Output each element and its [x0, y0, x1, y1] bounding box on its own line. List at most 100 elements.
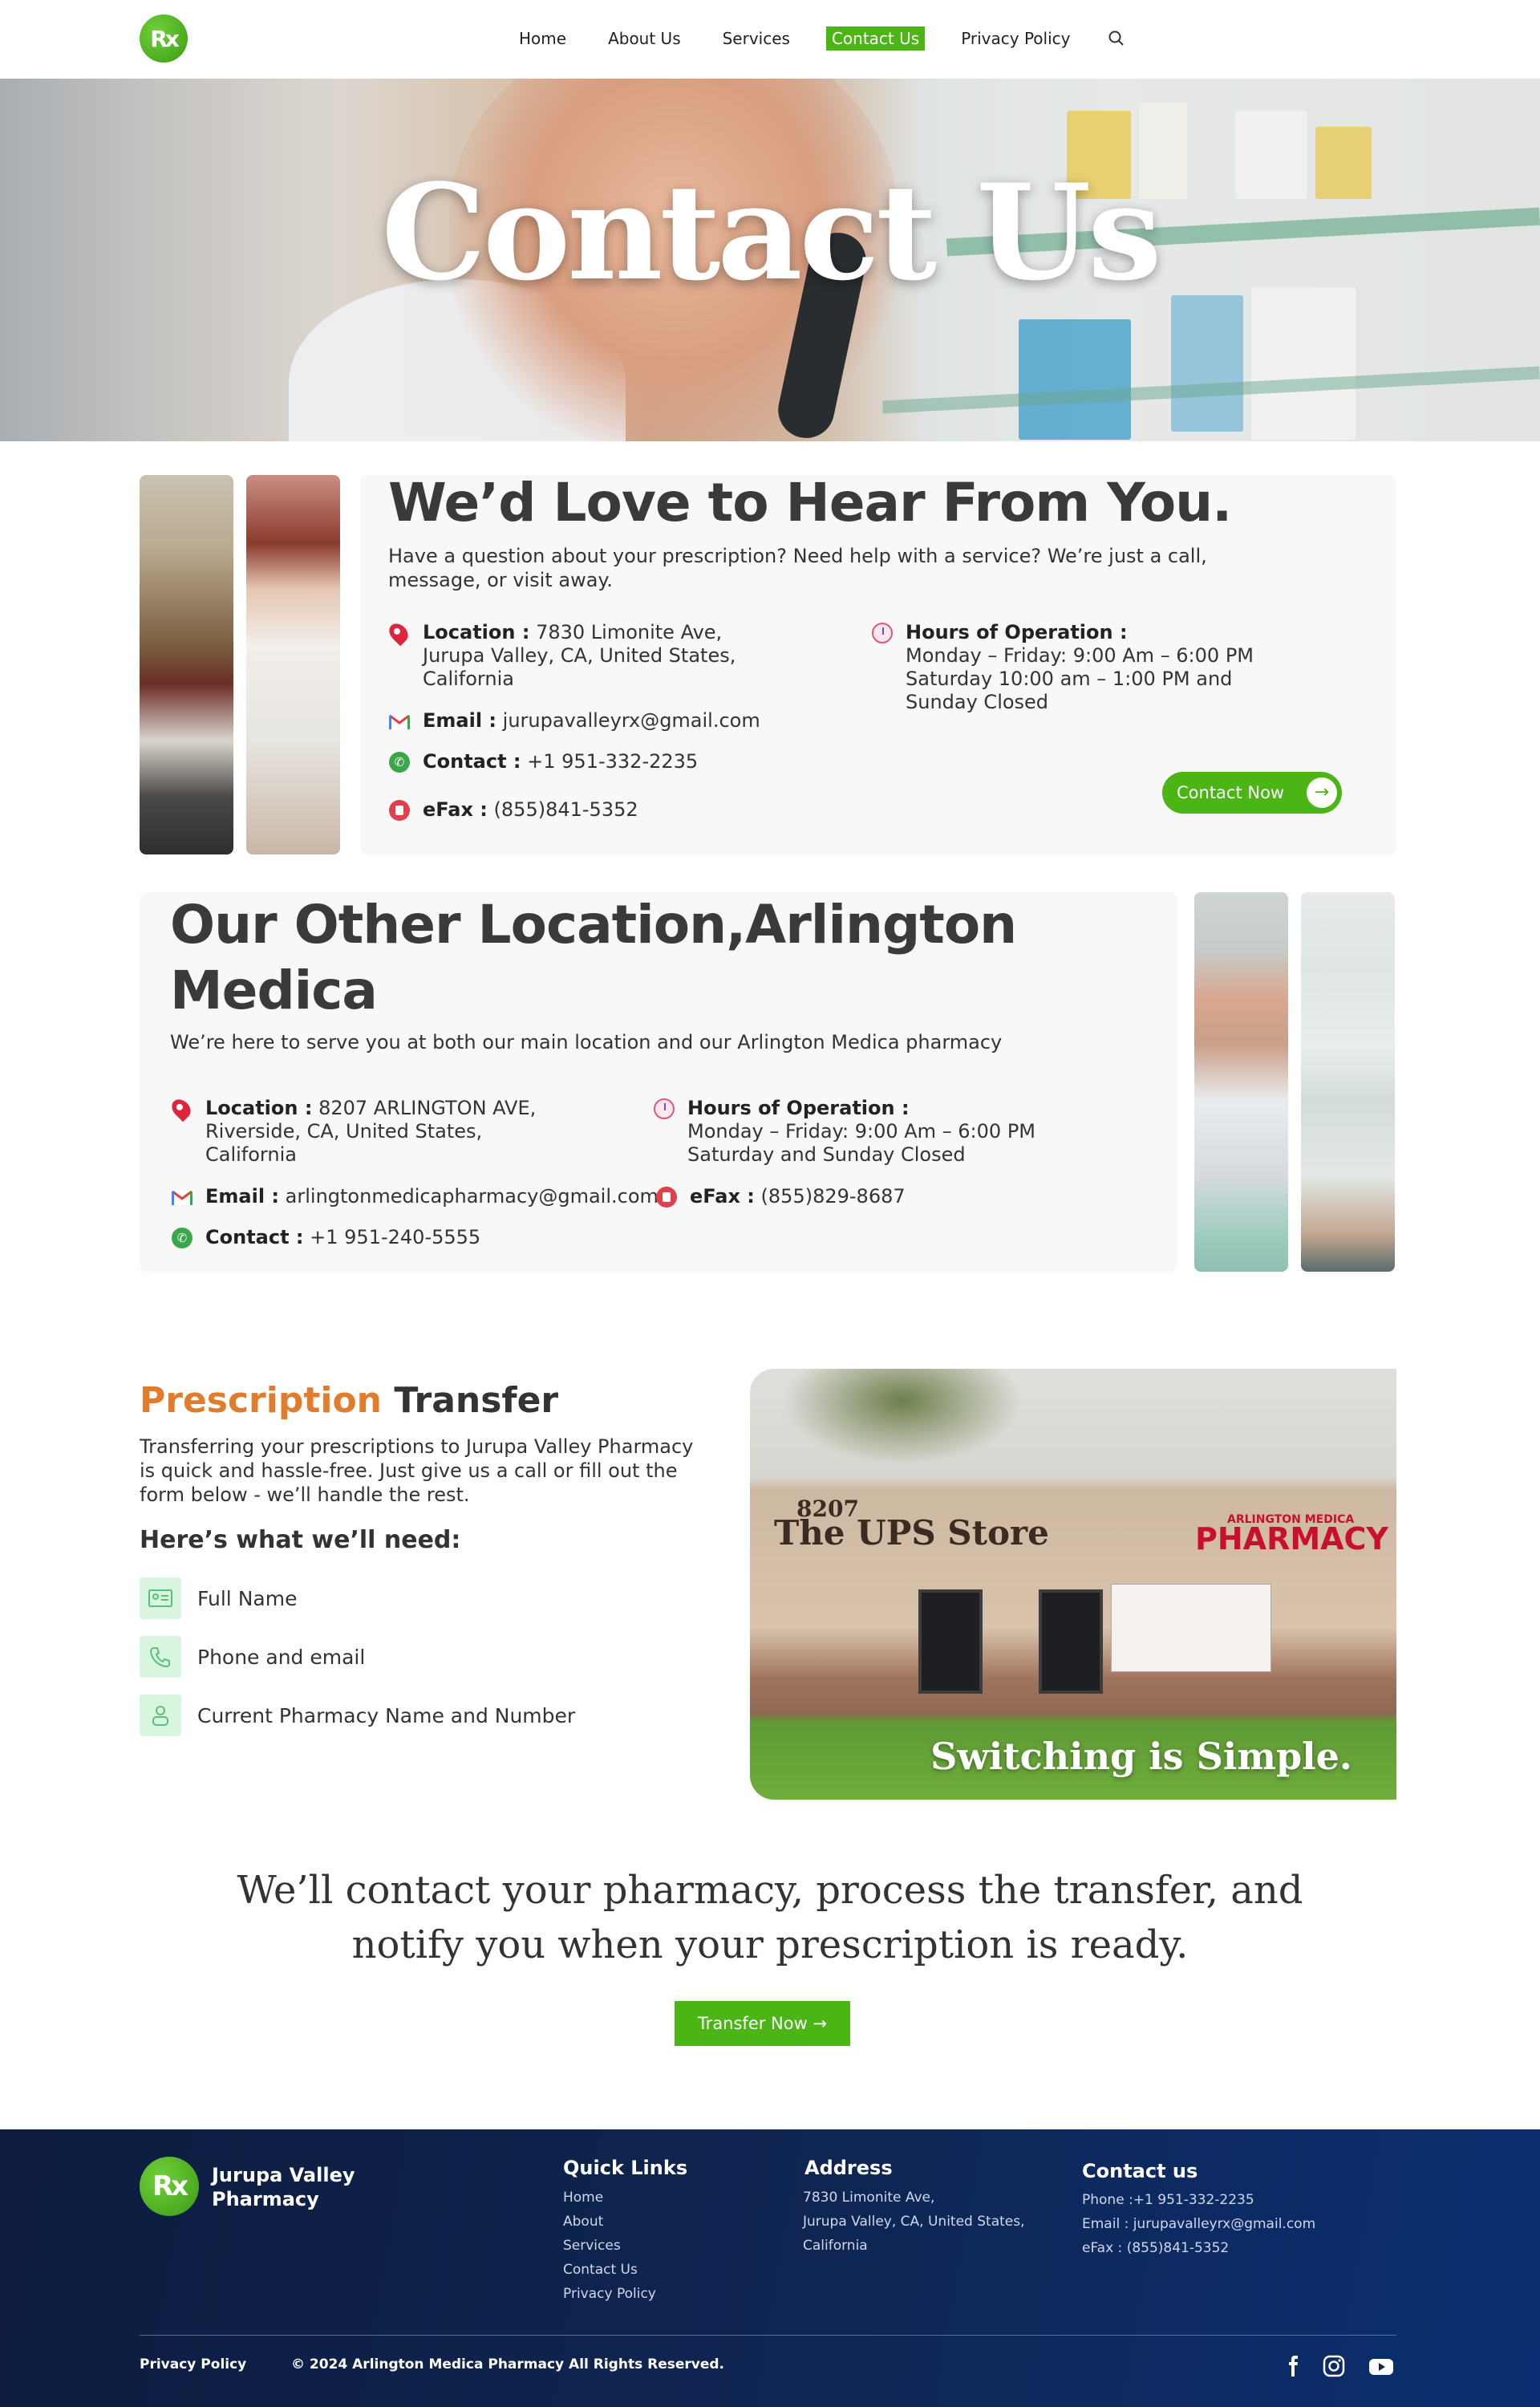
- main-location-email: Email : jurupavalleyrx@gmail.com: [389, 709, 760, 733]
- main-location-contact: ✆ Contact : +1 951-332-2235: [389, 750, 698, 773]
- other-location-heading: Our Other Location,Arlington Medica: [170, 892, 1017, 1024]
- footer-phone[interactable]: Phone :+1 951-332-2235: [1082, 2192, 1254, 2208]
- facebook-icon[interactable]: [1282, 2354, 1306, 2378]
- pharmacy-photo: [140, 475, 233, 854]
- address-line: Jurupa Valley, CA, United States,: [803, 2214, 1025, 2230]
- requirement-item: Current Pharmacy Name and Number: [140, 1695, 575, 1736]
- location-line1: 7830 Limonite Ave,: [536, 621, 723, 643]
- hero-banner: Contact Us: [0, 79, 1540, 441]
- location-line3: California: [423, 668, 514, 690]
- site-header: Rx Home About Us Services Contact Us Pri…: [0, 0, 1540, 79]
- efax-number: (855)829-8687: [760, 1185, 906, 1208]
- other-location-email: Email : arlingtonmedicapharmacy@gmail.co…: [172, 1185, 659, 1208]
- shelf-product: [1251, 287, 1356, 440]
- email-link[interactable]: arlingtonmedicapharmacy@gmail.com: [286, 1185, 659, 1208]
- footer-link-home[interactable]: Home: [563, 2190, 603, 2206]
- efax-number: (855)841-5352: [493, 798, 638, 821]
- main-location-efax: eFax : (855)841-5352: [389, 798, 638, 822]
- location-line1: 8207 ARLINGTON AVE,: [318, 1097, 537, 1119]
- hours-line1: Monday – Friday: 9:00 Am – 6:00 PM: [687, 1120, 1035, 1143]
- logo-text: Rx: [150, 25, 180, 52]
- requirement-label: Full Name: [197, 1586, 298, 1610]
- brand-line1: Jurupa Valley: [212, 2164, 355, 2186]
- hours-label: Hours of Operation :: [906, 621, 1128, 643]
- palm-tree: [782, 1369, 1023, 1465]
- address-title: Address: [804, 2157, 893, 2179]
- footer-divider: [140, 2335, 1396, 2336]
- phone-outline-icon: [140, 1636, 181, 1678]
- address-line: California: [803, 2238, 868, 2254]
- location-pin-icon: [385, 619, 412, 647]
- other-location-lead: We’re here to serve you at both our main…: [170, 1031, 1003, 1053]
- nav-home[interactable]: Home: [513, 26, 572, 51]
- other-location-efax: eFax : (855)829-8687: [656, 1185, 906, 1208]
- title-accent: Prescription: [140, 1380, 383, 1421]
- main-nav: Home About Us Services Contact Us Privac…: [513, 24, 1126, 53]
- transfer-now-button[interactable]: Transfer Now →: [675, 2001, 850, 2046]
- contact-phone-link[interactable]: +1 951-332-2235: [527, 750, 698, 773]
- arrow-right-icon: →: [1307, 777, 1337, 808]
- other-location-heading-line1: Our Other Location,Arlington: [170, 894, 1017, 956]
- contact-label: Contact :: [423, 750, 521, 773]
- footer-link-privacy-policy[interactable]: Privacy Policy: [563, 2286, 656, 2302]
- fax-icon: [656, 1187, 677, 1208]
- nav-contact-us[interactable]: Contact Us: [825, 26, 926, 51]
- search-icon[interactable]: [1107, 29, 1126, 48]
- shelf-product: [1171, 295, 1243, 432]
- contact-phone-link[interactable]: +1 951-240-5555: [310, 1226, 480, 1248]
- hours-label: Hours of Operation :: [687, 1097, 910, 1119]
- footer-link-contact-us[interactable]: Contact Us: [563, 2262, 638, 2278]
- main-location-address: Location : 7830 Limonite Ave, Jurupa Val…: [385, 619, 760, 691]
- shelf-product: [1019, 319, 1131, 440]
- image-caption: Switching is Simple.: [930, 1735, 1352, 1778]
- location-pin-icon: [168, 1095, 195, 1122]
- cta-line1: We’ll contact your pharmacy, process the…: [237, 1868, 1303, 1913]
- nav-about-us[interactable]: About Us: [602, 26, 687, 51]
- requirement-label: Current Pharmacy Name and Number: [197, 1703, 576, 1727]
- other-location-hours: Hours of Operation : Monday – Friday: 9:…: [654, 1097, 1104, 1167]
- pharmacist-photo: [246, 475, 340, 854]
- requirement-item: Phone and email: [140, 1636, 365, 1678]
- storefront-photo: 8207 The UPS Store ARLINGTON MEDICA PHAR…: [750, 1369, 1396, 1800]
- youtube-icon[interactable]: [1368, 2354, 1393, 2378]
- nav-privacy-policy[interactable]: Privacy Policy: [955, 26, 1076, 51]
- pharmacist-photo: [1194, 892, 1288, 1272]
- other-location-heading-line2: Medica: [170, 960, 378, 1021]
- contact-label: Contact :: [205, 1226, 304, 1248]
- other-location-contact: ✆ Contact : +1 951-240-5555: [172, 1226, 480, 1249]
- copyright: © 2024 Arlington Medica Pharmacy All Rig…: [291, 2356, 725, 2372]
- footer-email[interactable]: Email : jurupavalleyrx@gmail.com: [1082, 2216, 1315, 2232]
- footer-efax: eFax : (855)841-5352: [1082, 2240, 1230, 2256]
- site-footer: Rx Jurupa Valley Pharmacy Quick Links Ho…: [0, 2129, 1540, 2407]
- id-card-icon: [140, 1577, 181, 1619]
- hours-line2: Saturday 10:00 am – 1:00 PM and: [906, 668, 1233, 690]
- other-location-address: Location : 8207 ARLINGTON AVE, Riverside…: [168, 1095, 542, 1167]
- footer-brand: Jurupa Valley Pharmacy: [212, 2163, 388, 2211]
- main-location-lead: Have a question about your prescription?…: [388, 545, 1207, 591]
- nav-services[interactable]: Services: [717, 26, 796, 51]
- footer-link-services[interactable]: Services: [563, 2238, 621, 2254]
- requirement-item: Full Name: [140, 1577, 297, 1619]
- transfer-cta-text: We’ll contact your pharmacy, process the…: [0, 1863, 1540, 1972]
- contact-now-button[interactable]: Contact Now →: [1162, 772, 1342, 814]
- gmail-icon: [172, 1187, 192, 1206]
- hours-line3: Sunday Closed: [906, 691, 1049, 713]
- store-banner: [1111, 1584, 1271, 1672]
- page-title: Contact Us: [381, 155, 1161, 310]
- address-line: 7830 Limonite Ave,: [803, 2190, 935, 2206]
- footer-privacy-link[interactable]: Privacy Policy: [140, 2356, 246, 2372]
- store-door: [1039, 1589, 1103, 1694]
- phone-icon: ✆: [389, 752, 410, 773]
- store-door: [918, 1589, 983, 1694]
- quick-links-title: Quick Links: [563, 2157, 688, 2179]
- footer-link-about[interactable]: About: [563, 2214, 603, 2230]
- email-label: Email :: [205, 1185, 280, 1208]
- instagram-icon[interactable]: [1322, 2354, 1346, 2378]
- pharmacy-sign: PHARMACY: [1195, 1521, 1388, 1557]
- location-label: Location :: [205, 1097, 313, 1119]
- efax-label: eFax :: [690, 1185, 755, 1208]
- email-link[interactable]: jurupavalleyrx@gmail.com: [503, 709, 760, 732]
- footer-logo[interactable]: Rx: [140, 2157, 199, 2216]
- logo[interactable]: Rx: [140, 14, 188, 63]
- requirement-label: Phone and email: [197, 1645, 366, 1669]
